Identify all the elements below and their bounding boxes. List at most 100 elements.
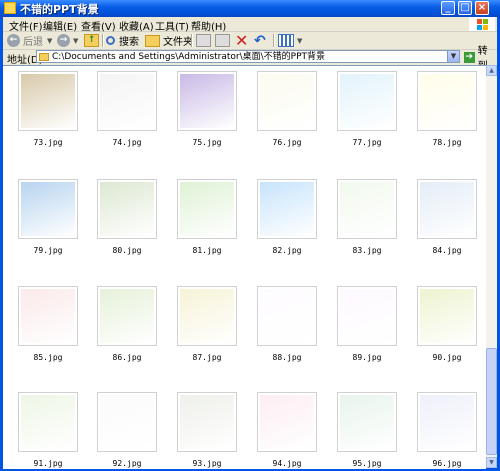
forward-arrow-icon: → <box>57 34 70 47</box>
file-item[interactable]: 75.jpg <box>177 71 237 151</box>
file-thumbnail <box>177 286 237 346</box>
file-item[interactable]: 88.jpg <box>257 286 317 366</box>
minimize-button[interactable]: _ <box>441 1 455 15</box>
file-thumbnail <box>417 71 477 131</box>
file-item[interactable]: 76.jpg <box>257 71 317 151</box>
file-item[interactable]: 73.jpg <box>18 71 78 151</box>
menu-edit[interactable]: 编辑(E) <box>43 18 77 33</box>
file-item[interactable]: 90.jpg <box>417 286 477 366</box>
file-name: 92.jpg <box>112 459 142 468</box>
file-item[interactable]: 81.jpg <box>177 179 237 259</box>
window-title: 不错的PPT背景 <box>20 3 99 16</box>
file-item[interactable]: 79.jpg <box>18 179 78 259</box>
folder-icon <box>39 53 49 61</box>
file-thumbnail <box>417 179 477 239</box>
go-arrow-icon: ➔ <box>464 51 475 63</box>
menu-help[interactable]: 帮助(H) <box>191 18 226 33</box>
forward-dropdown-icon: ▼ <box>73 36 79 45</box>
menu-view[interactable]: 查看(V) <box>81 18 116 33</box>
views-button[interactable]: ▼ <box>278 33 302 48</box>
back-dropdown-icon: ▼ <box>47 36 53 45</box>
file-item[interactable]: 94.jpg <box>257 392 317 469</box>
thumbnail-image <box>100 74 154 128</box>
menu-tools[interactable]: 工具(T) <box>155 18 189 33</box>
undo-button[interactable]: ↶ <box>254 33 266 48</box>
file-item[interactable]: 83.jpg <box>337 179 397 259</box>
windows-logo-icon <box>469 17 495 31</box>
file-item[interactable]: 86.jpg <box>97 286 157 366</box>
file-item[interactable]: 89.jpg <box>337 286 397 366</box>
maximize-button[interactable]: □ <box>458 1 472 15</box>
file-item[interactable]: 87.jpg <box>177 286 237 366</box>
file-item[interactable]: 78.jpg <box>417 71 477 151</box>
file-item[interactable]: 96.jpg <box>417 392 477 469</box>
file-item[interactable]: 95.jpg <box>337 392 397 469</box>
file-thumbnail <box>417 286 477 346</box>
close-button[interactable]: × <box>475 1 489 15</box>
back-button[interactable]: ← 后退 ▼ <box>7 33 52 48</box>
vertical-scrollbar[interactable]: ▲ ▼ <box>486 65 497 468</box>
up-folder-button[interactable]: ↑ <box>84 33 99 48</box>
thumbnail-image <box>21 182 75 236</box>
file-name: 86.jpg <box>112 353 142 362</box>
file-item[interactable]: 93.jpg <box>177 392 237 469</box>
folders-icon <box>145 34 160 47</box>
back-arrow-icon: ← <box>7 34 20 47</box>
thumbnail-image <box>21 289 75 343</box>
forward-button[interactable]: → ▼ <box>57 33 78 48</box>
file-name: 89.jpg <box>352 353 382 362</box>
address-dropdown-icon[interactable]: ▼ <box>447 51 459 62</box>
folder-icon <box>4 2 16 14</box>
menu-file[interactable]: 文件(F) <box>9 18 43 33</box>
file-name: 93.jpg <box>192 459 222 468</box>
thumbnail-image <box>260 289 314 343</box>
search-label: 搜索 <box>119 37 139 48</box>
file-item[interactable]: 74.jpg <box>97 71 157 151</box>
move-to-button[interactable] <box>196 33 211 48</box>
thumbnail-image <box>260 74 314 128</box>
scroll-thumb[interactable] <box>486 348 497 455</box>
file-thumbnail <box>417 392 477 452</box>
copy-to-icon <box>215 34 230 47</box>
file-item[interactable]: 91.jpg <box>18 392 78 469</box>
thumbnail-image <box>100 182 154 236</box>
delete-icon: ✕ <box>235 30 249 50</box>
thumbnail-image <box>100 395 154 449</box>
search-button[interactable]: 搜索 <box>106 33 139 48</box>
address-input[interactable]: C:\Documents and Settings\Administrator\… <box>36 50 460 63</box>
file-item[interactable]: 80.jpg <box>97 179 157 259</box>
scroll-up-icon[interactable]: ▲ <box>486 65 497 76</box>
thumbnail-image <box>340 74 394 128</box>
file-name: 81.jpg <box>192 246 222 255</box>
file-thumbnail <box>337 392 397 452</box>
file-item[interactable]: 77.jpg <box>337 71 397 151</box>
menu-favorites[interactable]: 收藏(A) <box>119 18 154 33</box>
file-thumbnail <box>337 286 397 346</box>
file-name: 77.jpg <box>352 138 382 147</box>
folders-button[interactable]: 文件夹 <box>145 33 193 48</box>
move-to-icon <box>196 34 211 47</box>
thumbnail-image <box>420 395 474 449</box>
file-item[interactable]: 84.jpg <box>417 179 477 259</box>
file-item[interactable]: 92.jpg <box>97 392 157 469</box>
file-thumbnail <box>97 392 157 452</box>
file-thumbnail <box>18 179 78 239</box>
file-name: 96.jpg <box>432 459 462 468</box>
scroll-down-icon[interactable]: ▼ <box>486 457 497 468</box>
thumbnail-image <box>100 289 154 343</box>
file-name: 80.jpg <box>112 246 142 255</box>
delete-button[interactable]: ✕ <box>235 30 249 50</box>
copy-to-button[interactable] <box>215 33 230 48</box>
file-name: 74.jpg <box>112 138 142 147</box>
file-thumbnail <box>337 71 397 131</box>
thumbnail-image <box>260 395 314 449</box>
file-item[interactable]: 85.jpg <box>18 286 78 366</box>
go-button[interactable]: ➔ 转到 <box>464 46 497 72</box>
thumbnail-image <box>260 182 314 236</box>
up-folder-icon: ↑ <box>84 34 99 47</box>
back-label: 后退 <box>23 37 43 48</box>
file-thumbnail <box>18 71 78 131</box>
thumbnail-image <box>340 289 394 343</box>
file-item[interactable]: 82.jpg <box>257 179 317 259</box>
thumbnail-image <box>420 182 474 236</box>
